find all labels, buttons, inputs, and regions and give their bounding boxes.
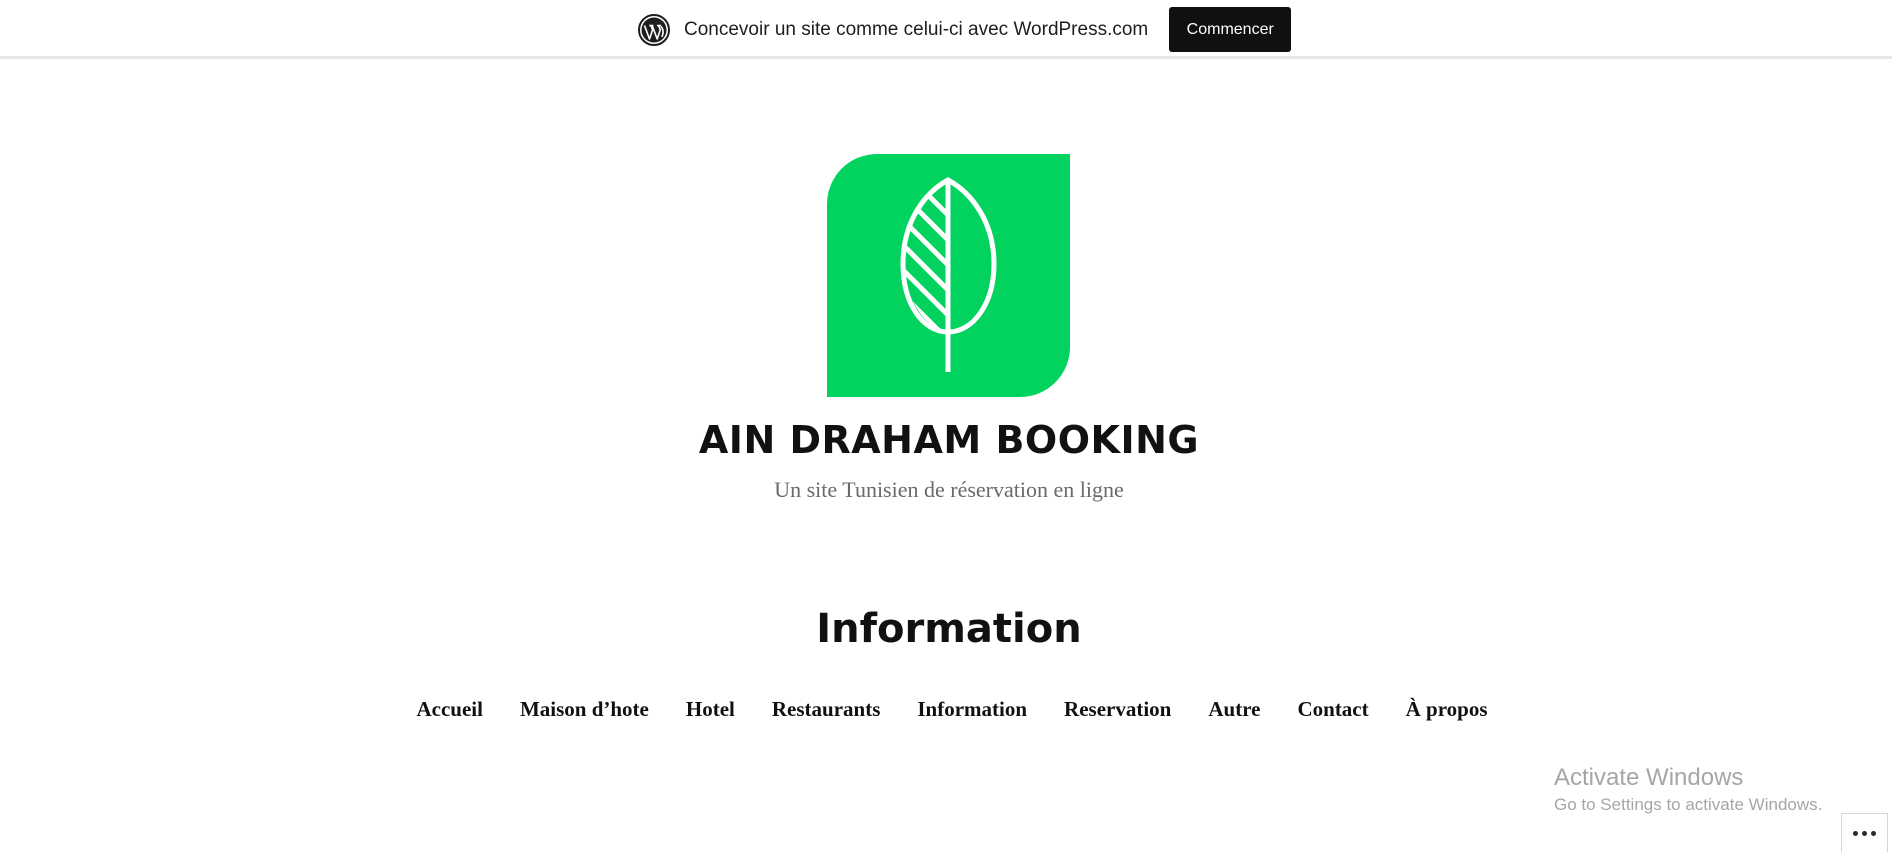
nav-item-hotel: Hotel xyxy=(686,697,735,722)
activate-windows-title: Activate Windows xyxy=(1554,764,1744,791)
green-leaf-logo-icon xyxy=(827,154,1070,397)
more-options-button[interactable] xyxy=(1841,813,1888,852)
nav-item-restaurants: Restaurants xyxy=(772,697,881,722)
nav-link-maison-dhote[interactable]: Maison d’hote xyxy=(520,697,649,721)
site-logo-link[interactable] xyxy=(827,154,1070,397)
wordpress-promo-bar: Concevoir un site comme celui-ci avec Wo… xyxy=(0,0,1892,59)
nav-item-accueil: Accueil xyxy=(416,697,482,722)
nav-item-contact: Contact xyxy=(1297,697,1368,722)
nav-item-maison-dhote: Maison d’hote xyxy=(520,697,649,722)
activate-windows-watermark: Activate Windows Go to Settings to activ… xyxy=(1554,763,1822,817)
nav-link-autre[interactable]: Autre xyxy=(1208,697,1260,721)
nav-link-accueil[interactable]: Accueil xyxy=(416,697,482,721)
promo-content: Concevoir un site comme celui-ci avec Wo… xyxy=(638,7,1292,52)
site-tagline: Un site Tunisien de réservation en ligne xyxy=(774,477,1124,502)
wordpress-logo-icon[interactable] xyxy=(638,13,670,46)
promo-text: Concevoir un site comme celui-ci avec Wo… xyxy=(684,18,1149,40)
nav-list: Accueil Maison d’hote Hotel Restaurants … xyxy=(386,697,1506,722)
commencer-button[interactable]: Commencer xyxy=(1169,7,1292,52)
site-title[interactable]: AIN DRAHAM BOOKING xyxy=(0,418,1892,462)
nav-item-information: Information xyxy=(917,697,1027,722)
activate-windows-subtitle: Go to Settings to activate Windows. xyxy=(1554,795,1823,814)
nav-link-a-propos[interactable]: À propos xyxy=(1406,697,1488,721)
nav-link-contact[interactable]: Contact xyxy=(1297,697,1368,721)
main-navigation: Accueil Maison d’hote Hotel Restaurants … xyxy=(0,697,1892,722)
ellipsis-icon xyxy=(1853,830,1876,836)
nav-item-reservation: Reservation xyxy=(1064,697,1171,722)
nav-link-reservation[interactable]: Reservation xyxy=(1064,697,1171,721)
nav-link-hotel[interactable]: Hotel xyxy=(686,697,735,721)
nav-link-information[interactable]: Information xyxy=(917,697,1027,721)
nav-item-autre: Autre xyxy=(1208,697,1260,722)
nav-item-a-propos: À propos xyxy=(1406,697,1488,722)
page-title: Information xyxy=(816,606,1082,652)
nav-link-restaurants[interactable]: Restaurants xyxy=(772,697,881,721)
